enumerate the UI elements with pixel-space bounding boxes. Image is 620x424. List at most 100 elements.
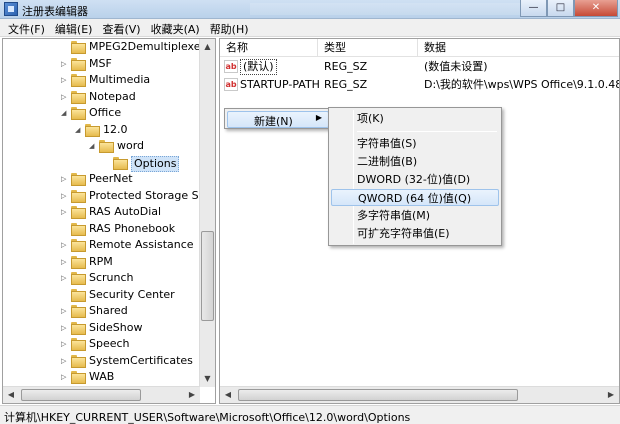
collapsed-arrow-icon[interactable]: ▷ — [61, 258, 68, 266]
collapsed-arrow-icon[interactable]: ▷ — [61, 76, 68, 84]
menu-item-key[interactable]: 项(K) — [331, 110, 499, 127]
collapsed-arrow-icon[interactable]: ▷ — [61, 60, 68, 68]
tree-item[interactable]: ▷ Remote Assistance — [3, 237, 201, 254]
close-button[interactable]: ✕ — [574, 0, 618, 17]
window-title: 注册表编辑器 — [22, 5, 88, 18]
scroll-up-icon[interactable]: ▲ — [200, 39, 215, 55]
menu-item-label: QWORD (64 位)值(Q) — [358, 192, 472, 205]
scroll-right-icon[interactable]: ▶ — [184, 387, 200, 403]
tree-item[interactable]: RAS Phonebook — [3, 221, 201, 238]
tree-item-label: RPM — [89, 254, 113, 268]
menu-item-dword[interactable]: DWORD (32-位)值(D) — [331, 171, 499, 188]
tree-item[interactable]: ▷ PeerNet — [3, 171, 201, 188]
tree-vertical-scrollbar[interactable]: ▲ ▼ — [199, 39, 215, 387]
menu-favorites[interactable]: 收藏夹(A) — [147, 19, 206, 36]
tree-item-label: Shared — [89, 304, 128, 317]
tree-item-label: PeerNet — [89, 172, 133, 185]
menu-bar: 文件(F) 编辑(E) 查看(V) 收藏夹(A) 帮助(H) — [0, 19, 620, 37]
menu-separator — [357, 131, 497, 132]
column-data[interactable]: 数据 — [418, 39, 619, 57]
menu-edit[interactable]: 编辑(E) — [51, 19, 99, 36]
scroll-left-icon[interactable]: ◀ — [3, 387, 19, 403]
tree-item[interactable]: ▷ Notepad — [3, 89, 201, 106]
collapsed-arrow-icon[interactable]: ▷ — [61, 274, 68, 282]
column-name[interactable]: 名称 — [220, 39, 318, 57]
tree-item-label: Multimedia — [89, 73, 151, 86]
tree-item[interactable]: ▷ Protected Storage System Provider — [3, 188, 215, 205]
context-menu: 新建(N) ▶ — [224, 108, 332, 129]
list-horizontal-scrollbar[interactable]: ◀ ▶ — [220, 386, 619, 403]
tree-item[interactable]: ▷ SystemCertificates — [3, 353, 201, 370]
tree-item[interactable]: ▷ Speech — [3, 336, 201, 353]
expanded-arrow-icon[interactable]: ◢ — [89, 142, 96, 150]
expanded-arrow-icon[interactable]: ◢ — [61, 109, 68, 117]
folder-icon — [71, 41, 86, 54]
folder-icon — [71, 354, 86, 368]
value-name: STARTUP-PATH — [240, 78, 320, 91]
folder-icon — [71, 206, 86, 219]
menu-item-new[interactable]: 新建(N) ▶ — [227, 111, 329, 128]
tree-item[interactable]: ▷ SideShow — [3, 320, 201, 337]
tree-item[interactable]: ▷ RPM — [3, 254, 201, 271]
collapsed-arrow-icon[interactable]: ▷ — [61, 192, 68, 200]
menu-item-expandable-string[interactable]: 可扩充字符串值(E) — [331, 225, 499, 242]
menu-file[interactable]: 文件(F) — [4, 19, 51, 36]
scroll-thumb[interactable] — [201, 231, 214, 321]
collapsed-arrow-icon[interactable]: ▷ — [61, 357, 68, 365]
value-name: (默认) — [240, 59, 277, 75]
tree-item[interactable]: ◢ 12.0 — [3, 122, 201, 139]
tree-horizontal-scrollbar[interactable]: ◀ ▶ — [3, 386, 200, 403]
tree-item[interactable]: MPEG2Demultiplexer — [3, 39, 205, 56]
minimize-button[interactable]: — — [520, 0, 547, 17]
menu-item-label: 二进制值(B) — [357, 155, 418, 168]
collapsed-arrow-icon[interactable]: ▷ — [61, 93, 68, 101]
collapsed-arrow-icon[interactable]: ▷ — [61, 307, 68, 315]
folder-icon — [71, 90, 86, 104]
tree-item[interactable]: ▷ WAB — [3, 369, 201, 386]
expanded-arrow-icon[interactable]: ◢ — [75, 126, 82, 134]
title-bar: 注册表编辑器 — □ ✕ — [0, 0, 620, 19]
menu-item-new-label: 新建(N) — [254, 115, 293, 128]
folder-icon — [71, 305, 86, 318]
menu-item-label: 多字符串值(M) — [357, 209, 431, 222]
menu-item-label: 可扩充字符串值(E) — [357, 227, 450, 240]
scroll-down-icon[interactable]: ▼ — [200, 371, 215, 387]
collapsed-arrow-icon[interactable]: ▷ — [61, 241, 68, 249]
tree-item-label: word — [117, 139, 145, 152]
column-type[interactable]: 类型 — [318, 39, 418, 57]
hscroll-thumb[interactable] — [21, 389, 141, 401]
value-row[interactable]: ab STARTUP-PATH REG_SZ D:\我的软件\wps\WPS O… — [220, 76, 619, 94]
hscroll-thumb[interactable] — [238, 389, 518, 401]
collapsed-arrow-icon[interactable]: ▷ — [61, 208, 68, 216]
tree-item[interactable]: ◢ Office — [3, 105, 201, 122]
tree-item[interactable]: ▷ Multimedia — [3, 72, 201, 89]
key-tree-pane[interactable]: MPEG2Demultiplexer ▷ MSF ▷ Multimedia ▷ Notepa… — [2, 38, 216, 404]
collapsed-arrow-icon[interactable]: ▷ — [61, 324, 68, 332]
tree-item[interactable]: ▷ Shared — [3, 303, 201, 320]
menu-item-qword[interactable]: QWORD (64 位)值(Q) — [331, 189, 499, 206]
value-type: REG_SZ — [324, 78, 368, 91]
tree-item[interactable]: Security Center — [3, 287, 201, 304]
tree-item[interactable]: Options — [3, 155, 201, 172]
value-row[interactable]: ab (默认) REG_SZ (数值未设置) — [220, 58, 619, 76]
tree-item[interactable]: ▷ MSF — [3, 56, 201, 73]
menu-item-multi-string[interactable]: 多字符串值(M) — [331, 207, 499, 224]
menu-help[interactable]: 帮助(H) — [206, 19, 255, 36]
scroll-left-icon[interactable]: ◀ — [220, 387, 236, 403]
scroll-right-icon[interactable]: ▶ — [603, 387, 619, 403]
tree-item[interactable]: ▷ RAS AutoDial — [3, 204, 201, 221]
tree-item[interactable]: ◢ word — [3, 138, 201, 155]
folder-icon — [71, 57, 86, 71]
folder-icon — [99, 140, 114, 153]
menu-item-string[interactable]: 字符串值(S) — [331, 135, 499, 152]
collapsed-arrow-icon[interactable]: ▷ — [61, 175, 68, 183]
folder-icon — [71, 371, 86, 384]
collapsed-arrow-icon[interactable]: ▷ — [61, 373, 68, 381]
menu-item-binary[interactable]: 二进制值(B) — [331, 153, 499, 170]
menu-view[interactable]: 查看(V) — [98, 19, 146, 36]
tree-item[interactable]: ▷ Scrunch — [3, 270, 201, 287]
tree-item-label: Scrunch — [89, 271, 134, 284]
status-path: 计算机\HKEY_CURRENT_USER\Software\Microsoft… — [4, 411, 411, 424]
collapsed-arrow-icon[interactable]: ▷ — [61, 340, 68, 348]
maximize-button[interactable]: □ — [547, 0, 574, 17]
